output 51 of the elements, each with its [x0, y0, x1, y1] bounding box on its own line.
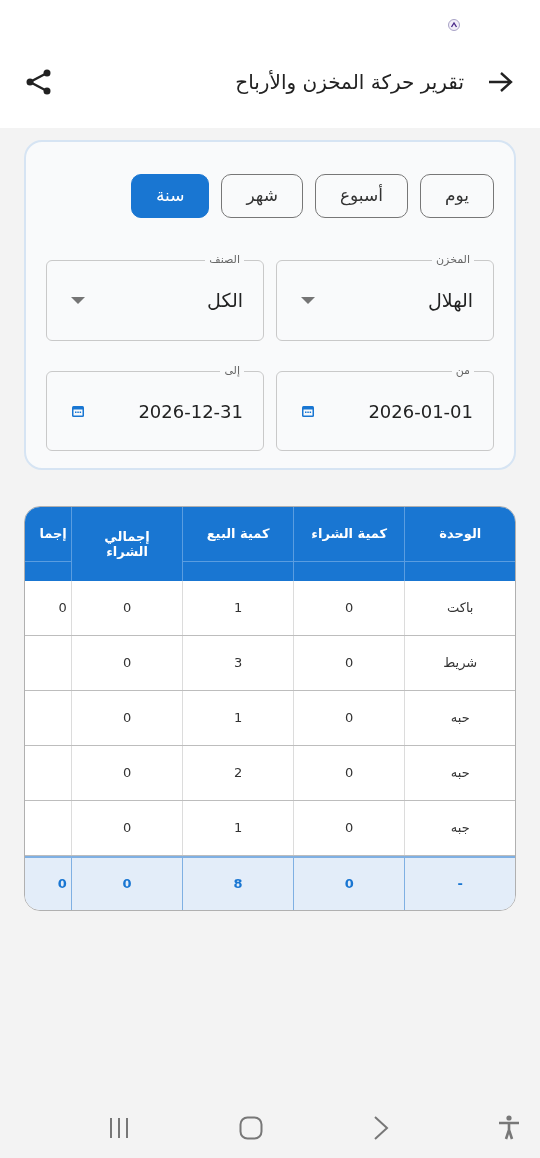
period-tab[interactable]: شهر — [221, 174, 303, 218]
page-title: تقرير حركة المخزن والأرباح — [235, 69, 464, 96]
table-cell-text: 1 — [234, 819, 243, 838]
dropdown-arrow-icon — [301, 297, 315, 304]
field-value: 2026-12-31 — [138, 399, 243, 424]
total-cell-text: 0 — [122, 875, 132, 894]
table-cell-text: 2 — [234, 764, 243, 783]
dropdown-arrow-icon — [71, 297, 85, 304]
table-cell-text: 0 — [345, 654, 354, 673]
table-cell-text: حبه — [450, 709, 470, 728]
field-value: الكل — [207, 288, 243, 314]
app-logo-icon — [448, 19, 460, 31]
field-value: الهلال — [428, 288, 473, 314]
table-cell-text: 0 — [122, 654, 132, 673]
column-header: الوحدة — [405, 507, 515, 562]
table-cell-text: 0 — [58, 599, 67, 618]
period-tab[interactable]: سنة — [130, 174, 210, 218]
table-cell-text: 0 — [345, 709, 354, 728]
field-label: إلى — [220, 363, 244, 379]
accessibility-icon[interactable] — [498, 1115, 520, 1141]
table-cell-text: 0 — [122, 819, 132, 838]
table-cell-text: 0 — [122, 599, 132, 618]
column-header: إجما — [25, 507, 71, 562]
table-cell-text: باكت — [446, 599, 474, 618]
table-cell-text: 0 — [345, 599, 354, 618]
column-header: كمية البيع — [183, 507, 293, 562]
calendar-icon — [301, 404, 315, 418]
total-cell-text: - — [457, 875, 463, 894]
table-cell-text: 0 — [345, 819, 354, 838]
total-cell-text: 0 — [57, 875, 67, 894]
home-icon[interactable] — [239, 1116, 264, 1140]
field-value: 2026-01-01 — [368, 399, 473, 424]
column-header: إجمالي الشراء — [103, 528, 151, 561]
period-tab[interactable]: أسبوع — [314, 174, 408, 218]
total-cell-text: 8 — [233, 875, 243, 894]
table-cell-text: 1 — [234, 599, 243, 618]
table-cell-text: جبه — [450, 819, 470, 838]
total-cell-text: 0 — [344, 875, 354, 894]
table-cell-text: 0 — [345, 764, 354, 783]
period-tab[interactable]: يوم — [419, 174, 494, 218]
table-cell-text: 0 — [122, 764, 132, 783]
table-cell-text: 3 — [234, 654, 243, 673]
table-cell-text: شريط — [443, 654, 478, 673]
column-header: كمية الشراء — [293, 507, 405, 562]
field-label: المخزن — [432, 252, 474, 268]
table-cell-text: حبه — [450, 764, 470, 783]
back-nav-icon[interactable] — [372, 1116, 389, 1140]
table-cell-text: 1 — [234, 709, 243, 728]
calendar-icon — [71, 404, 85, 418]
recents-icon[interactable] — [108, 1117, 130, 1139]
table-cell-text: 0 — [122, 709, 132, 728]
